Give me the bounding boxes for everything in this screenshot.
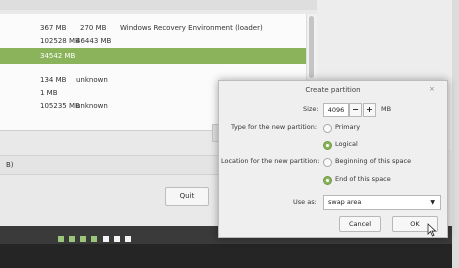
cancel-button[interactable]: Cancel [339,216,381,232]
dialog-title: Create partition [305,86,361,94]
radio-end-label[interactable]: End of this space [335,175,391,183]
radio-beginning-label[interactable]: Beginning of this space [335,157,411,165]
progress-dot-done [91,236,97,242]
use-as-label: Use as: [293,198,317,206]
radio-primary-label[interactable]: Primary [335,123,360,131]
table-row[interactable]: 102528 MB 46443 MB [0,35,316,48]
radio-logical[interactable] [323,141,332,150]
progress-dot-done [58,236,64,242]
progress-dot-pending [114,236,120,242]
bootloader-strip[interactable]: B) [0,155,222,175]
size-input[interactable]: 4096 [323,103,349,117]
row-size: 105235 MB [40,102,80,110]
type-label: Type for the new partition: [231,123,318,131]
row-used: 46443 MB [76,37,112,45]
close-icon[interactable]: × [429,85,435,93]
row-used: 270 MB [80,24,107,32]
row-used: unknown [76,102,108,110]
row-size: 34542 MB [40,52,76,60]
table-row-selected[interactable]: 34542 MB [0,48,316,64]
progress-dot-done [80,236,86,242]
create-partition-dialog: Create partition × Size: 4096 − + MB Typ… [218,80,448,238]
row-size: 367 MB [40,24,67,32]
row-used: unknown [76,76,108,84]
location-label: Location for the new partition: [221,157,320,165]
row-size: 1 MB [40,89,58,97]
row-system: Windows Recovery Environment (loader) [120,24,263,32]
progress-dot-pending [103,236,109,242]
progress-dot-done [69,236,75,242]
increase-size-button[interactable]: + [363,103,376,117]
scrollbar-thumb[interactable] [309,16,314,78]
mouse-cursor-icon [427,223,437,237]
radio-beginning[interactable] [323,158,332,167]
table-row[interactable]: 367 MB 270 MB Windows Recovery Environme… [0,22,316,35]
bottom-dark-band [0,244,459,268]
radio-end[interactable] [323,176,332,185]
window-edge [452,0,459,268]
use-as-select[interactable]: swap area ▼ [323,195,441,210]
radio-primary[interactable] [323,124,332,133]
size-label: Size: [303,105,319,113]
decrease-size-button[interactable]: − [349,103,362,117]
installer-window: 367 MB 270 MB Windows Recovery Environme… [0,0,459,268]
strip-text: B) [6,161,14,169]
progress-dot-pending [125,236,131,242]
row-size: 134 MB [40,76,67,84]
row-size: 102528 MB [40,37,80,45]
chevron-down-icon: ▼ [430,199,435,206]
size-unit: MB [381,105,392,113]
quit-button[interactable]: Quit [165,187,209,206]
radio-logical-label[interactable]: Logical [335,140,358,148]
use-as-value: swap area [328,198,362,206]
